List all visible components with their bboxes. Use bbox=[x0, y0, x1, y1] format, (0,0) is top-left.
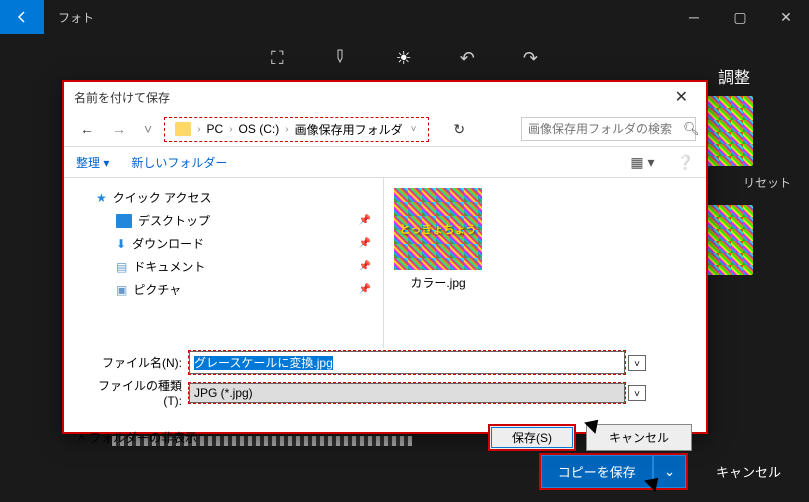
cancel-button[interactable]: キャンセル bbox=[586, 424, 692, 451]
app-cancel-button[interactable]: キャンセル bbox=[700, 456, 797, 487]
chevron-up-icon: ˄ bbox=[78, 431, 85, 445]
chevron-right-icon: › bbox=[229, 124, 232, 135]
brush-icon[interactable] bbox=[332, 48, 348, 69]
chevron-right-icon: › bbox=[285, 124, 288, 135]
back-button[interactable] bbox=[0, 0, 44, 34]
refresh-icon[interactable]: ↻ bbox=[449, 117, 469, 142]
pin-icon: 📌 bbox=[359, 261, 371, 272]
star-icon: ★ bbox=[96, 191, 107, 205]
tree-downloads[interactable]: ⬇ ダウンロード 📌 bbox=[64, 232, 383, 255]
tree-quick-access[interactable]: ★ クイック アクセス bbox=[64, 186, 383, 209]
pictures-icon: ▣ bbox=[116, 283, 127, 297]
file-thumbnail: とっきょちょう bbox=[394, 188, 482, 270]
maximize-button[interactable]: ▢ bbox=[717, 0, 763, 34]
desktop-icon bbox=[116, 214, 132, 228]
search-box[interactable]: 🔍︎ bbox=[521, 117, 696, 141]
chevron-right-icon: › bbox=[197, 124, 200, 135]
close-button[interactable]: ✕ bbox=[763, 0, 809, 34]
pin-icon: 📌 bbox=[359, 238, 371, 249]
breadcrumb-item[interactable]: PC bbox=[207, 122, 224, 136]
save-as-dialog: 名前を付けて保存 ✕ ← → ˅ › PC › OS (C:) › 画像保存用フ… bbox=[62, 80, 708, 434]
filetype-label: ファイルの種類(T): bbox=[94, 377, 188, 408]
nav-forward-icon: → bbox=[106, 117, 132, 141]
download-icon: ⬇ bbox=[116, 237, 126, 251]
breadcrumb[interactable]: › PC › OS (C:) › 画像保存用フォルダ ˅ bbox=[164, 117, 429, 142]
dialog-title: 名前を付けて保存 bbox=[74, 89, 170, 106]
filename-dropdown[interactable]: ˅ bbox=[628, 355, 646, 371]
nav-up-icon[interactable]: ˅ bbox=[138, 117, 158, 141]
hide-folders-toggle[interactable]: ˄ フォルダーの非表示 bbox=[78, 429, 197, 446]
help-icon[interactable]: ❔ bbox=[677, 154, 694, 171]
pin-icon: 📌 bbox=[359, 284, 371, 295]
breadcrumb-item[interactable]: OS (C:) bbox=[239, 122, 280, 136]
filetype-select[interactable]: JPG (*.jpg) bbox=[189, 383, 625, 403]
view-options-icon[interactable]: ▦ ▾ bbox=[630, 154, 654, 171]
organize-menu[interactable]: 整理 ▾ bbox=[76, 154, 109, 171]
folder-tree[interactable]: ★ クイック アクセス デスクトップ 📌 ⬇ ダウンロード 📌 ▤ ドキュメント… bbox=[64, 178, 384, 348]
search-icon[interactable]: 🔍︎ bbox=[683, 121, 700, 137]
tree-documents[interactable]: ▤ ドキュメント 📌 bbox=[64, 255, 383, 278]
app-title: フォト bbox=[44, 9, 94, 26]
folder-icon bbox=[175, 122, 191, 136]
adjust-icon[interactable]: ☀ bbox=[396, 48, 412, 69]
tree-pictures[interactable]: ▣ ピクチャ 📌 bbox=[64, 278, 383, 301]
document-icon: ▤ bbox=[116, 260, 127, 274]
crop-icon[interactable]: ⛶ bbox=[271, 48, 284, 69]
filename-label: ファイル名(N): bbox=[94, 354, 188, 371]
dialog-close-button[interactable]: ✕ bbox=[667, 85, 696, 109]
file-item[interactable]: とっきょちょう カラー.jpg bbox=[394, 188, 482, 338]
nav-back-icon[interactable]: ← bbox=[74, 117, 100, 141]
save-button[interactable]: 保存(S) bbox=[488, 424, 576, 451]
pin-icon: 📌 bbox=[359, 215, 371, 226]
file-name: カラー.jpg bbox=[394, 274, 482, 291]
filetype-dropdown[interactable]: ˅ bbox=[628, 385, 646, 401]
tree-desktop[interactable]: デスクトップ 📌 bbox=[64, 209, 383, 232]
search-input[interactable] bbox=[528, 122, 683, 136]
redo-icon[interactable]: ↷ bbox=[523, 48, 538, 69]
new-folder-button[interactable]: 新しいフォルダー bbox=[131, 154, 227, 171]
minimize-button[interactable]: ─ bbox=[671, 0, 717, 34]
filename-input[interactable]: グレースケールに変換.jpg bbox=[189, 351, 625, 374]
breadcrumb-item[interactable]: 画像保存用フォルダ bbox=[295, 121, 403, 138]
chevron-down-icon[interactable]: ˅ bbox=[411, 124, 417, 135]
undo-icon[interactable]: ↶ bbox=[460, 48, 475, 69]
file-list[interactable]: とっきょちょう カラー.jpg bbox=[384, 178, 706, 348]
